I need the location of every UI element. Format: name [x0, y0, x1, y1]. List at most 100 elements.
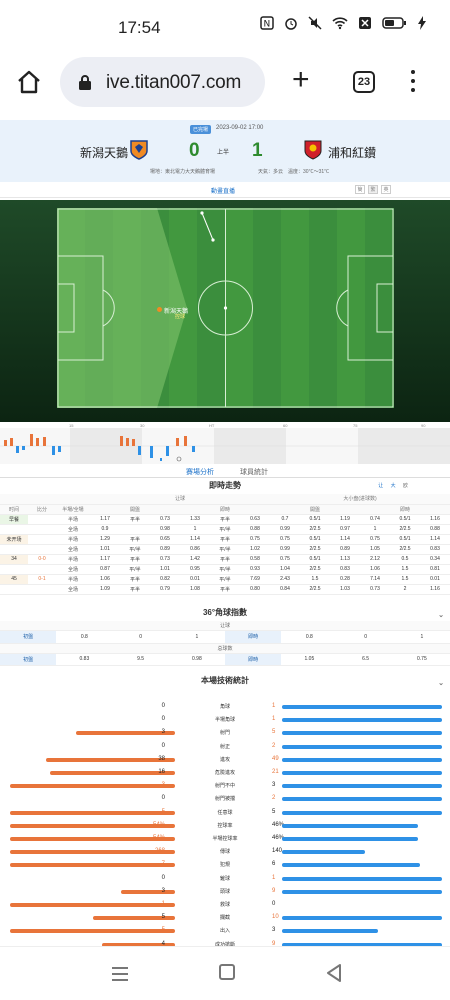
odds-cell: 1.5	[390, 574, 420, 585]
odds-row: 未开场 半场 1.29 平半 0.65 1.14 平半 0.75 0.75 0.5/1 1.14 0.…	[0, 534, 450, 545]
chevron-down-icon[interactable]: ⌄	[438, 677, 444, 691]
stat-home-value: 0	[161, 703, 165, 709]
odds-cell: 1.06	[360, 564, 390, 575]
corner-cell: 1	[393, 631, 450, 644]
stat-row: 4 成功搶斷 9	[0, 938, 450, 946]
odds-cell	[120, 524, 150, 535]
live-pitch: 新潟天鵝 控球	[0, 200, 450, 422]
lock-icon	[78, 74, 92, 95]
odds-cell: 0.98	[150, 524, 180, 535]
possession-ball-icon	[157, 307, 162, 312]
odds-cell: 0.97	[330, 524, 360, 535]
lang-switch-simplified[interactable]: 簡	[355, 185, 365, 194]
stat-home-value: 0	[161, 742, 165, 749]
odds-cell: 平/半	[120, 544, 150, 555]
odds-cell	[28, 534, 56, 545]
tab-switcher-button[interactable]: 23	[353, 71, 375, 93]
tab-player-stats[interactable]: 球員統計	[240, 467, 268, 477]
odds-cell: 半场	[56, 574, 90, 585]
odds-cell: 0.95	[180, 564, 210, 575]
col-time: 时间	[0, 504, 28, 515]
stat-row: 5 任意球 5	[0, 806, 450, 820]
odds-cell: 2/2.5	[300, 564, 330, 575]
odds-cell: 1.14	[330, 534, 360, 545]
odds-cell: 0.89	[150, 544, 180, 555]
odds-cell: 0.88	[420, 524, 450, 535]
home-team-name[interactable]: 新潟天鵝	[80, 144, 128, 161]
odds-cell: 1.04	[270, 564, 300, 575]
odds-cell: 0.84	[270, 584, 300, 595]
lang-switch-english[interactable]: 英	[381, 185, 391, 194]
odds-row: 早餐 半场 1.17 平半 0.73 1.33 平半 0.63 0.7 0.5/1 1.19 0.74…	[0, 514, 450, 525]
odds-group-header: 让球 大小盘(进球数)	[0, 494, 450, 505]
odds-cell: 2	[390, 584, 420, 595]
odds-cell: 0.73	[150, 554, 180, 565]
stat-name: 射門被擋	[214, 796, 235, 803]
odds-cell: 1.14	[180, 534, 210, 545]
home-nav-icon[interactable]	[219, 964, 235, 980]
lang-switch-traditional[interactable]: 繁	[368, 185, 378, 194]
stat-name: 半場控球率	[212, 836, 238, 842]
address-bar[interactable]: ive.titan007.com	[60, 57, 265, 107]
stat-row: 7 犯規 6	[0, 858, 450, 872]
football-field	[57, 208, 394, 408]
stat-home-value: 54%	[152, 821, 165, 828]
stat-home-value: 0	[161, 795, 165, 802]
stat-name: 角球	[219, 704, 230, 710]
momentum-bars	[0, 428, 450, 464]
odds-cell: 平半	[120, 584, 150, 595]
filter-european[interactable]: 欧	[403, 483, 408, 489]
home-team-crest	[130, 140, 148, 160]
odds-cell: 0.7	[270, 514, 300, 525]
stat-name: 進攻	[219, 756, 230, 763]
stat-name: 任意球	[217, 809, 233, 816]
odds-cell: 1.05	[360, 544, 390, 555]
odds-cell: 0.99	[270, 524, 300, 535]
mute-icon	[308, 16, 322, 33]
corner-cell: 0.8	[56, 631, 113, 644]
odds-cell: 0.73	[150, 514, 180, 525]
stat-name: 出入	[219, 928, 230, 935]
back-icon[interactable]	[326, 964, 342, 987]
stat-name: 危險進攻	[214, 770, 235, 776]
odds-cell: 1.5	[300, 574, 330, 585]
overflow-menu-icon[interactable]	[411, 70, 415, 97]
filter-overunder[interactable]: 大	[391, 483, 396, 489]
odds-cell	[28, 564, 56, 575]
odds-title-text: 即時走勢	[209, 481, 241, 490]
away-team-name[interactable]: 浦和紅鑽	[328, 144, 376, 161]
odds-cell: 45	[0, 574, 28, 585]
odds-cell	[28, 584, 56, 595]
stat-away-bar	[282, 757, 442, 762]
system-nav-bar	[0, 946, 450, 1000]
stat-name: 射門不中	[214, 783, 235, 790]
odds-section-title: 即時走勢 让 大 欧	[0, 479, 450, 493]
odds-cell: 1.17	[90, 514, 120, 525]
live-subtabs: 動畫直播 簡 繁 英	[0, 182, 450, 198]
corner-cell: 初盤	[0, 653, 57, 666]
stat-away-bar	[282, 744, 442, 749]
stat-home-value: 1	[161, 901, 165, 907]
nfc-icon: N	[260, 16, 274, 33]
odds-col-header: 时间 比分 半場/全場 開盤 即時 開盤 即時	[0, 504, 450, 515]
stat-away-bar	[282, 916, 442, 921]
corner-cell: 6.5	[337, 653, 394, 666]
recent-apps-icon[interactable]	[112, 967, 128, 985]
stat-home-value: 5	[161, 927, 165, 934]
new-tab-button[interactable]: +	[292, 65, 310, 95]
stat-row: 5 攔截 10	[0, 911, 450, 925]
odds-cell: 2/2.5	[390, 524, 420, 535]
analysis-tabs: 賽場分析 球員統計	[0, 464, 450, 480]
stat-row: 0 射正 2	[0, 740, 450, 754]
odds-cell: 平半	[210, 584, 240, 595]
filter-handicap[interactable]: 让	[378, 483, 383, 489]
stat-home-value: 3	[161, 887, 165, 894]
stat-name: 攔截	[219, 915, 230, 922]
stat-row: 0 角球 1	[0, 700, 450, 714]
stat-row: 1 救球 0	[0, 898, 450, 912]
odds-cell: 0.5	[390, 554, 420, 565]
tab-live-animation[interactable]: 動畫直播	[211, 186, 235, 195]
home-icon[interactable]	[16, 69, 42, 100]
col-ou-live: 即時	[360, 504, 450, 515]
odds-cell: 34	[0, 554, 28, 565]
